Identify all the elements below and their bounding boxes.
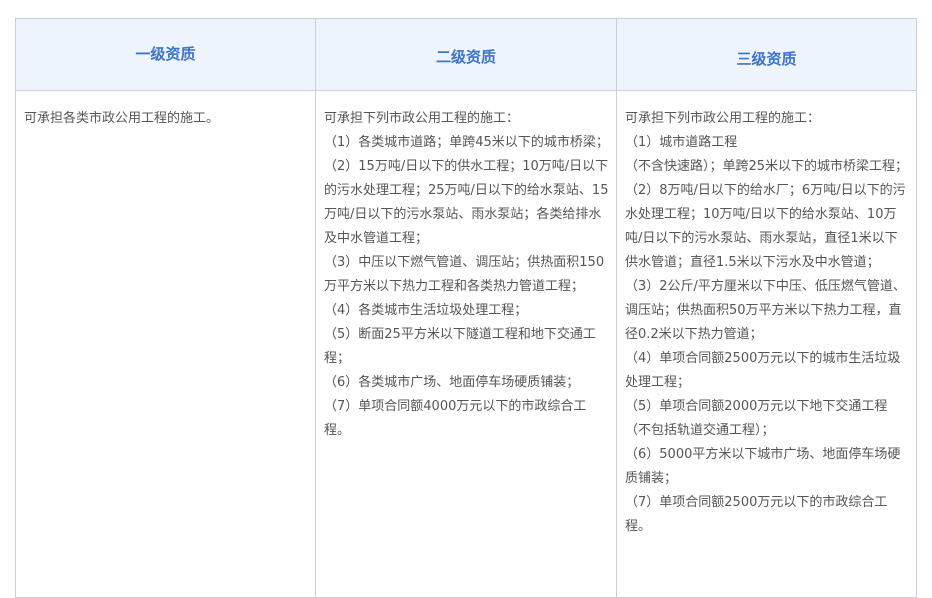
level3-item: （不含快速路）；单跨25米以下的城市桥梁工程； (625, 159, 909, 174)
level2-item: （5）断面25平方米以下隧道工程和地下交通工程； (324, 327, 596, 366)
header-level2: 二级资质 (316, 19, 617, 90)
cell-level3: 可承担下列市政公用工程的施工： （1）城市道路工程 （不含快速路）；单跨25米以… (617, 91, 916, 597)
table-header-row: 一级资质 二级资质 三级资质 (16, 19, 916, 91)
level2-intro: 可承担下列市政公用工程的施工： (324, 111, 520, 126)
level1-intro: 可承担各类市政公用工程的施工。 (24, 111, 220, 126)
level3-item: （1）城市道路工程 (625, 135, 738, 150)
header-level3: 三级资质 (736, 50, 797, 68)
cell-level1: 可承担各类市政公用工程的施工。 (16, 91, 316, 597)
level3-item: （7）单项合同额2500万元以下的市政综合工程。 (625, 495, 888, 534)
level3-intro: 可承担下列市政公用工程的施工： (625, 111, 821, 126)
level2-item: （3）中压以下燃气管道、调压站；供热面积150万平方米以下热力工程和各类热力管道… (324, 255, 605, 294)
level2-item: （4）各类城市生活垃圾处理工程； (324, 303, 528, 318)
level2-item: （6）各类城市广场、地面停车场硬质铺装； (324, 375, 580, 390)
level2-item: （7）单项合同额4000万元以下的市政综合工程。 (324, 399, 587, 438)
cell-level2: 可承担下列市政公用工程的施工： （1）各类城市道路；单跨45米以下的城市桥梁； … (316, 91, 617, 597)
level2-item: （2）15万吨/日以下的供水工程；10万吨/日以下的污水处理工程；25万吨/日以… (324, 159, 609, 246)
level3-item: （5）单项合同额2000万元以下地下交通工程（不包括轨道交通工程）； (625, 399, 888, 438)
level3-item: （2）8万吨/日以下的给水厂；6万吨/日以下的污水处理工程；10万吨/日以下的给… (625, 183, 906, 270)
table-body-row: 可承担各类市政公用工程的施工。 可承担下列市政公用工程的施工： （1）各类城市道… (16, 91, 916, 597)
level3-item: （4）单项合同额2500万元以下的城市生活垃圾处理工程； (625, 351, 901, 390)
level3-item: （6）5000平方米以下城市广场、地面停车场硬质铺装； (625, 447, 901, 486)
level2-item: （1）各类城市道路；单跨45米以下的城市桥梁； (324, 135, 609, 150)
qualification-table: 一级资质 二级资质 三级资质 可承担各类市政公用工程的施工。 可承担下列市政公用… (15, 18, 917, 598)
level3-item: （3）2公斤/平方厘米以下中压、低压燃气管道、调压站；供热面积50万平方米以下热… (625, 279, 906, 342)
header-level1: 一级资质 (16, 19, 316, 90)
